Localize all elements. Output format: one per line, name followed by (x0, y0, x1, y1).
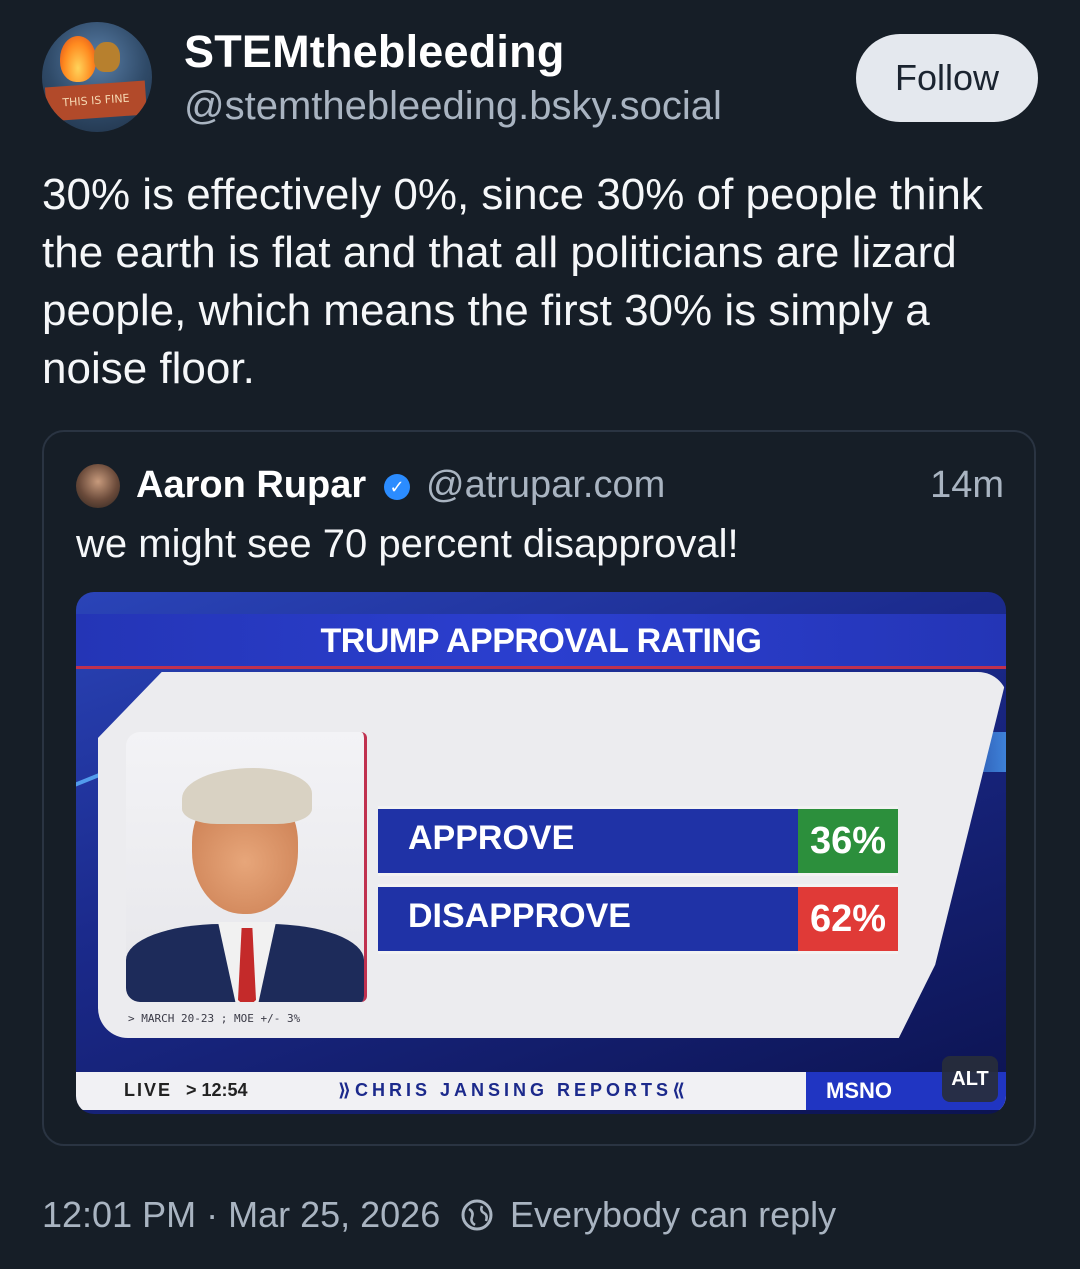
follow-button[interactable]: Follow (856, 34, 1038, 122)
quote-author-handle[interactable]: @atrupar.com (426, 464, 665, 507)
poll-dates-moe: > MARCH 20-23 ; MOE +/- 3% (128, 1012, 301, 1025)
news-ticker: LIVE > 12:54 ⟫CHRIS JANSING REPORTS⟪ MSN… (76, 1072, 1006, 1110)
approve-bar: APPROVE 36% (378, 806, 898, 876)
politician-photo (126, 732, 367, 1002)
quote-media-image[interactable]: TRUMP APPROVAL RATING APPROVE 36% DISAPP… (76, 592, 1006, 1114)
author-avatar[interactable]: THIS IS FINE (42, 22, 152, 132)
reply-setting[interactable]: Everybody can reply (510, 1194, 836, 1236)
quote-author-avatar[interactable] (76, 464, 120, 508)
quote-text: we might see 70 percent disapproval! (76, 522, 739, 566)
quote-timestamp: 14m (930, 464, 1004, 506)
disapprove-label: DISAPPROVE (408, 897, 631, 935)
live-label: LIVE (124, 1080, 173, 1100)
graphic-title: TRUMP APPROVAL RATING (320, 622, 762, 660)
post-text: 30% is effectively 0%, since 30% of peop… (42, 170, 983, 393)
quote-author-name[interactable]: Aaron Rupar (136, 464, 366, 507)
hair-shape (182, 768, 312, 824)
avatar-sign: THIS IS FINE (44, 80, 148, 122)
post-timestamp: 12:01 PM · Mar 25, 2026 (42, 1194, 441, 1235)
author-handle[interactable]: @stemthebleeding.bsky.social (184, 84, 722, 129)
graphic-banner: TRUMP APPROVAL RATING (76, 614, 1006, 669)
verified-check-icon: ✓ (384, 474, 410, 500)
approve-value: 36% (798, 809, 898, 873)
quoted-post[interactable]: Aaron Rupar ✓ @atrupar.com 14m we might … (42, 430, 1036, 1146)
ticker-clock: > 12:54 (186, 1080, 248, 1100)
flame-icon (60, 36, 96, 82)
approve-label: APPROVE (408, 819, 575, 857)
alt-text-button[interactable]: ALT (942, 1056, 998, 1102)
dog-icon (94, 42, 120, 72)
author-name[interactable]: STEMthebleeding (184, 26, 565, 78)
disapprove-bar: DISAPPROVE 62% (378, 884, 898, 954)
globe-icon (461, 1199, 493, 1231)
disapprove-value: 62% (798, 887, 898, 951)
show-name: ⟫CHRIS JANSING REPORTS⟪ (338, 1080, 689, 1100)
